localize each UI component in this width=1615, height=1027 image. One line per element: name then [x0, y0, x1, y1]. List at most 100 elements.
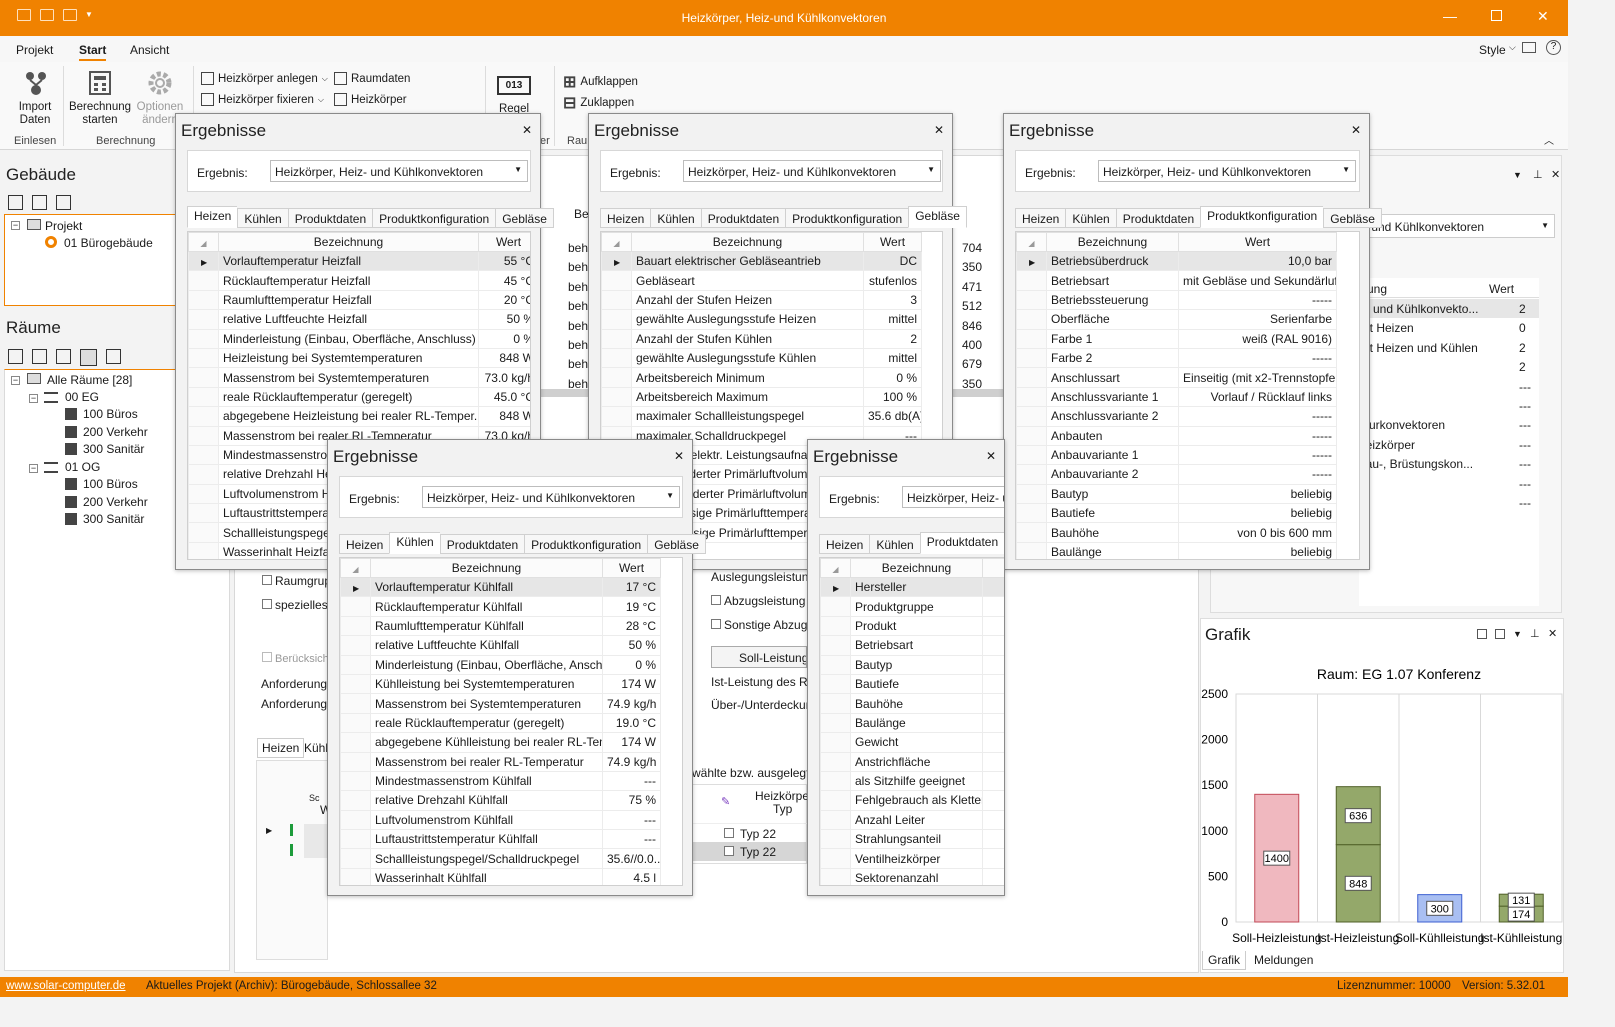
table-row[interactable]: Bauhöhe von 0 bis 600 mm: [1016, 522, 1337, 543]
checkbox[interactable]: [724, 846, 734, 856]
dropdown-icon[interactable]: ▼: [1513, 170, 1522, 180]
regel-button[interactable]: 013 Regel: [497, 76, 531, 116]
table-row[interactable]: Betriebsart mit Gebläse und Sekundärluft: [1016, 270, 1337, 291]
table-row[interactable]: Gewicht22.20 kg: [820, 732, 1004, 753]
close-icon[interactable]: ✕: [522, 123, 532, 137]
tab-produktkonfiguration[interactable]: Produktkonfiguration: [1200, 206, 1324, 228]
table-row[interactable]: Baulänge800 mm: [820, 712, 1004, 734]
grid-corner[interactable]: ◢: [601, 232, 632, 252]
table-row[interactable]: Anschlussvariante 2 -----: [1016, 406, 1337, 427]
ergebnis-dropdown[interactable]: Heizkörper, Heiz- und Kühlkonvektoren▼: [902, 486, 1004, 508]
table-row[interactable]: relative Drehzahl Kühlfall 75 %: [340, 790, 661, 811]
column-header[interactable]: Wert: [863, 232, 922, 252]
tree-item-room[interactable]: 300 Sanitär: [83, 512, 144, 526]
tab-heizen[interactable]: Heizen: [819, 534, 870, 554]
sonstige-checkbox[interactable]: Sonstige Abzugsle: [711, 618, 823, 632]
table-row[interactable]: Bautiefe100 mm: [820, 673, 1004, 695]
column-header[interactable]: Bezeichnung: [850, 558, 983, 578]
raumdaten-button[interactable]: Raumdaten: [334, 72, 410, 85]
tab-produktkonfiguration[interactable]: Produktkonfiguration: [524, 534, 648, 554]
tab-produktdaten[interactable]: Produktdaten: [919, 532, 1004, 554]
heizkoerper-anlegen-button[interactable]: Heizkörper anlegen ⌵: [201, 72, 328, 85]
chevron-down-icon[interactable]: ⌵: [1509, 42, 1516, 53]
table-row[interactable]: Massenstrom bei Systemtemperaturen 74.9 k…: [340, 693, 661, 714]
table-row[interactable]: rflurkonvektoren ---: [1359, 415, 1539, 434]
table-row[interactable]: reale Rücklauftemperatur (geregelt) 19.0 …: [340, 712, 661, 734]
table-row[interactable]: Anbauten -----: [1016, 425, 1337, 446]
table-row[interactable]: art Heizen 0: [1359, 318, 1539, 337]
tab-ansicht[interactable]: Ansicht: [130, 43, 169, 57]
tree-item-alle-raeume[interactable]: Alle Räume [28]: [47, 373, 132, 387]
table-row[interactable]: Gebläseart stufenlos: [601, 270, 922, 291]
table-row[interactable]: ---: [1359, 377, 1539, 396]
column-header[interactable]: Wert: [602, 558, 661, 578]
close-icon[interactable]: ✕: [1351, 123, 1361, 137]
table-row[interactable]: Heizleistung bei Systemtemperaturen 848 W: [188, 347, 530, 369]
tab-heizen[interactable]: Heizen: [1015, 208, 1066, 228]
tree-item-room[interactable]: 200 Verkehr: [83, 425, 148, 439]
table-row[interactable]: Minderleistung (Einbau, Oberfläche, Ansc…: [340, 654, 661, 675]
tab-produktkonfiguration[interactable]: Produktkonfiguration: [372, 208, 496, 228]
table-row[interactable]: Massenstrom bei realer RL-Temperatur 74.9…: [340, 751, 661, 772]
table-row[interactable]: 2: [1359, 357, 1539, 376]
table-row[interactable]: Mindestmassenstrom Kühlfall ---: [340, 770, 661, 792]
tab-start[interactable]: Start: [79, 43, 107, 61]
tab-gebläse[interactable]: Gebläse: [647, 534, 706, 554]
table-row[interactable]: als Sitzhilfe geeignetnein: [820, 770, 1004, 792]
close-icon[interactable]: ✕: [986, 449, 996, 463]
tab-kühlen[interactable]: Kühlen: [237, 208, 288, 228]
table-row[interactable]: Raumlufttemperatur Kühlfall 28 °C: [340, 615, 661, 637]
table-row[interactable]: ▶ Vorlauftemperatur Heizfall 55 °C: [188, 250, 530, 272]
tab-projekt[interactable]: Projekt: [16, 43, 53, 57]
tab-produktdaten[interactable]: Produktdaten: [1115, 208, 1201, 228]
table-row[interactable]: Anzahl Leiter2-Leiter-System: [820, 809, 1004, 831]
new-icon[interactable]: [8, 349, 23, 364]
column-header[interactable]: Bezeichnung: [1046, 232, 1179, 252]
table-row[interactable]: Rücklauftemperatur Heizfall 45 °C: [188, 270, 530, 291]
aufklappen-button[interactable]: ⊞ Aufklappen: [563, 72, 638, 92]
heizkoerper-button[interactable]: Heizkörper: [334, 93, 407, 106]
table-row[interactable]: Produktx-flair Profil-K: [820, 615, 1004, 637]
column-header[interactable]: Wert: [1178, 232, 1337, 252]
close-icon[interactable]: ✕: [1551, 168, 1560, 181]
maximize-icon[interactable]: [1491, 10, 1502, 21]
table-row[interactable]: Sektorenanzahl---: [820, 867, 1004, 885]
grid-corner[interactable]: ◢: [1016, 232, 1047, 252]
table-row[interactable]: gewählte Auslegungsstufe Kühlen mittel: [601, 347, 922, 369]
table-row[interactable]: ▶ Bauart elektrischer Gebläseantrieb DC: [601, 250, 922, 272]
table-row[interactable]: ---: [1359, 396, 1539, 415]
collapse-icon[interactable]: −: [29, 464, 38, 473]
table-row[interactable]: ProduktgruppeFlachheizkörper: [820, 596, 1004, 617]
monitor-icon[interactable]: [1522, 42, 1536, 53]
style-menu[interactable]: Style: [1479, 43, 1506, 57]
table-row[interactable]: Wasserinhalt Kühlfall 4.5 l: [340, 867, 661, 885]
grid-corner[interactable]: ◢: [340, 558, 371, 578]
tab-heizen[interactable]: Heizen: [257, 738, 305, 758]
tab-kühlen[interactable]: Kühlen: [650, 208, 701, 228]
table-row[interactable]: Minderleistung (Einbau, Oberfläche, Ansc…: [188, 328, 530, 349]
heizkoerper-fixieren-button[interactable]: Heizkörper fixieren ⌵: [201, 93, 324, 106]
table-row[interactable]: Oberfläche Serienfarbe: [1016, 309, 1337, 330]
group-icon[interactable]: [106, 349, 121, 364]
table-row[interactable]: Strahlungsanteil---: [820, 829, 1004, 850]
close-icon[interactable]: ✕: [674, 449, 684, 463]
website-link[interactable]: www.solar-computer.de: [6, 980, 126, 992]
table-row[interactable]: Arbeitsbereich Minimum 0 %: [601, 367, 922, 388]
soll-leistung-button[interactable]: Soll-Leistung de: [711, 646, 807, 668]
table-row[interactable]: Fehlgebrauch als Kletterhilfenein: [820, 790, 1004, 811]
help-icon[interactable]: ?: [1546, 40, 1561, 55]
table-row[interactable]: abgegebene Kühlleistung bei realer RL-Te…: [340, 732, 661, 753]
table-row[interactable]: Bauhöhe554 mm: [820, 693, 1004, 714]
tab-kühlen[interactable]: Kühlen: [1065, 208, 1116, 228]
table-row[interactable]: relative Luftfeuchte Heizfall50 %: [188, 309, 530, 330]
table-row[interactable]: Farbe 2 -----: [1016, 347, 1337, 369]
tree-item-floor[interactable]: 01 OG: [65, 460, 100, 474]
column-header[interactable]: Wert: [982, 558, 1004, 578]
tab-produktkonfiguration[interactable]: Produktkonfiguration: [785, 208, 909, 228]
ergebnis-dropdown[interactable]: Heizkörper, Heiz- und Kühlkonvektoren▼: [422, 486, 680, 508]
import-button[interactable]: Import Daten: [13, 70, 57, 127]
ergebnis-dropdown[interactable]: Heizkörper, Heiz- und Kühlkonvektoren▼: [683, 160, 941, 182]
abzug-checkbox[interactable]: Abzugsleistung du: [711, 594, 822, 608]
tab-gebläse[interactable]: Gebläse: [1323, 208, 1382, 228]
table-row[interactable]: maximaler Schallleistungspegel 35.6 db(A): [601, 406, 922, 427]
